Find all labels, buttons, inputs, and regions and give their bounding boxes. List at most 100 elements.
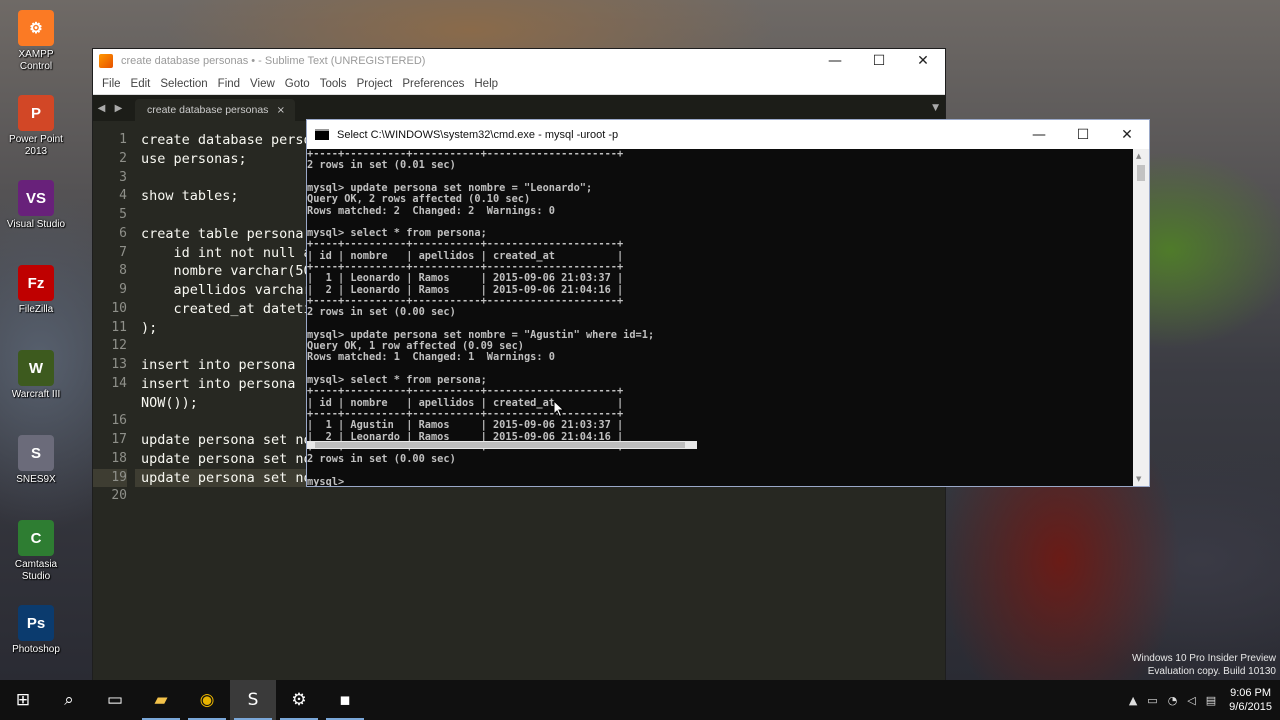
tab-navigation: ◀ ▶ bbox=[93, 103, 127, 114]
terminal-line: +----+----------+-----------+-----------… bbox=[307, 385, 624, 398]
notifications-icon[interactable]: ▤ bbox=[1201, 694, 1221, 707]
folder-icon: ▰ bbox=[154, 690, 168, 710]
volume-icon[interactable]: ◁ bbox=[1182, 694, 1200, 707]
xampp-button[interactable]: ⚙ bbox=[276, 680, 322, 720]
sublime-tabbar: ◀ ▶ create database personas × ▼ bbox=[93, 95, 945, 121]
network-icon[interactable]: ◔ bbox=[1163, 694, 1183, 707]
search-button[interactable]: ⌕ bbox=[46, 680, 92, 720]
tab-dropdown-icon[interactable]: ▼ bbox=[932, 103, 939, 113]
desktop-icon-label: Power Point 2013 bbox=[9, 134, 63, 157]
terminal-line: mysql> _ bbox=[307, 475, 357, 486]
clock-date: 9/6/2015 bbox=[1229, 701, 1272, 713]
start-button[interactable]: ⊞ bbox=[0, 680, 46, 720]
code-line[interactable]: show tables; bbox=[141, 187, 239, 206]
line-number: 2 bbox=[119, 150, 127, 166]
search-icon: ⌕ bbox=[64, 690, 74, 710]
menu-goto[interactable]: Goto bbox=[280, 78, 315, 90]
cmd-window[interactable]: Select C:\WINDOWS\system32\cmd.exe - mys… bbox=[306, 119, 1150, 487]
cmd-window-controls: — ☐ ✕ bbox=[1017, 120, 1149, 149]
battery-icon[interactable]: ▭ bbox=[1142, 694, 1162, 707]
menu-find[interactable]: Find bbox=[213, 78, 245, 90]
vertical-scrollbar[interactable]: ▲ ▼ bbox=[1133, 149, 1149, 486]
desktop-icon-visual-studio[interactable]: VS Visual Studio bbox=[0, 180, 72, 231]
snes9x-icon: S bbox=[18, 435, 54, 471]
watermark-line-1: Windows 10 Pro Insider Preview bbox=[1132, 653, 1276, 664]
code-line[interactable]: insert into persona bbox=[141, 375, 295, 394]
desktop-icon-camtasia[interactable]: C Camtasia Studio bbox=[0, 520, 72, 583]
menu-help[interactable]: Help bbox=[469, 78, 503, 90]
task-view-button[interactable]: ▭ bbox=[92, 680, 138, 720]
tab-close-icon[interactable]: × bbox=[277, 105, 285, 116]
terminal-line: | 1 | Leonardo | Ramos | 2015-09-06 21:0… bbox=[307, 272, 624, 285]
sublime-text-button[interactable]: S bbox=[230, 680, 276, 720]
powerpoint-icon: P bbox=[18, 95, 54, 131]
terminal-line: 2 rows in set (0.00 sec) bbox=[307, 453, 456, 466]
maximize-button[interactable]: ☐ bbox=[1061, 120, 1105, 149]
menu-file[interactable]: File bbox=[97, 78, 126, 90]
line-number: 13 bbox=[111, 357, 127, 372]
close-button[interactable]: ✕ bbox=[1105, 120, 1149, 149]
cmd-titlebar[interactable]: Select C:\WINDOWS\system32\cmd.exe - mys… bbox=[307, 120, 1149, 149]
menu-view[interactable]: View bbox=[245, 78, 280, 90]
cmd-button[interactable]: ▪ bbox=[322, 680, 368, 720]
windows-logo-icon: ⊞ bbox=[15, 690, 31, 710]
file-explorer-button[interactable]: ▰ bbox=[138, 680, 184, 720]
filezilla-icon: Fz bbox=[18, 265, 54, 301]
code-line[interactable]: create table persona( bbox=[141, 225, 312, 244]
sublime-text-icon bbox=[99, 54, 113, 68]
chrome-button[interactable]: ◉ bbox=[184, 680, 230, 720]
desktop-icon-label: Visual Studio bbox=[6, 219, 66, 230]
desktop-icon-filezilla[interactable]: Fz FileZilla bbox=[0, 265, 72, 316]
code-line[interactable]: insert into persona bbox=[141, 356, 295, 375]
minimize-button[interactable]: — bbox=[813, 49, 857, 73]
desktop-icon-powerpoint[interactable]: P Power Point 2013 bbox=[0, 95, 72, 158]
terminal-output[interactable]: +----+----------+-----------+-----------… bbox=[307, 149, 1133, 486]
line-number: 10 bbox=[111, 300, 127, 316]
menu-project[interactable]: Project bbox=[352, 78, 398, 90]
menu-selection[interactable]: Selection bbox=[155, 78, 212, 90]
code-line[interactable]: use personas; bbox=[141, 150, 247, 169]
code-line[interactable]: ); bbox=[141, 319, 157, 338]
line-number: 18 bbox=[111, 450, 127, 466]
sublime-menubar: File Edit Selection Find View Goto Tools Projec… bbox=[93, 73, 945, 95]
horizontal-scrollbar[interactable] bbox=[307, 441, 697, 449]
scrollbar-thumb[interactable] bbox=[1137, 165, 1145, 181]
watermark-line-2: Evaluation copy. Build 10130 bbox=[1147, 666, 1276, 677]
cmd-icon bbox=[315, 129, 329, 140]
menu-preferences[interactable]: Preferences bbox=[397, 78, 469, 90]
line-number: 5 bbox=[119, 207, 127, 222]
tab-next-icon[interactable]: ▶ bbox=[115, 103, 123, 114]
scroll-down-icon[interactable]: ▼ bbox=[1136, 475, 1141, 483]
desktop-icon-label: XAMPP Control bbox=[18, 49, 54, 72]
terminal-line: Rows matched: 2 Changed: 2 Warnings: 0 bbox=[307, 204, 555, 217]
desktop-icon-photoshop[interactable]: Ps Photoshop bbox=[0, 605, 72, 656]
clock[interactable]: 9:06 PM 9/6/2015 bbox=[1221, 686, 1280, 714]
scroll-up-icon[interactable]: ▲ bbox=[1136, 152, 1141, 160]
terminal-line: +----+----------+-----------+-----------… bbox=[307, 238, 624, 251]
warcraft-icon: W bbox=[18, 350, 54, 386]
desktop-icon-snes9x[interactable]: S SNES9X bbox=[0, 435, 72, 486]
sublime-window-controls: — ☐ ✕ bbox=[813, 49, 945, 73]
terminal-line: | 1 | Agustin | Ramos | 2015-09-06 21:03… bbox=[307, 419, 624, 432]
xampp-icon: ⚙ bbox=[291, 690, 307, 710]
desktop-icon-warcraft[interactable]: W Warcraft III bbox=[0, 350, 72, 401]
desktop-icon-xampp[interactable]: ⚙ XAMPP Control bbox=[0, 10, 72, 73]
menu-edit[interactable]: Edit bbox=[126, 78, 156, 90]
code-line[interactable]: nombre varchar(50), bbox=[141, 262, 328, 281]
tray-overflow-icon[interactable]: ▲ bbox=[1124, 694, 1142, 707]
clock-time: 9:06 PM bbox=[1230, 687, 1272, 699]
maximize-button[interactable]: ☐ bbox=[857, 49, 901, 73]
minimize-button[interactable]: — bbox=[1017, 120, 1061, 149]
close-button[interactable]: ✕ bbox=[901, 49, 945, 73]
tab-create-database[interactable]: create database personas × bbox=[135, 99, 295, 121]
desktop: ⚙ XAMPP Control P Power Point 2013 VS Visual … bbox=[0, 0, 1280, 680]
chrome-icon: ◉ bbox=[199, 690, 215, 710]
terminal-line: 2 rows in set (0.01 sec) bbox=[307, 159, 456, 172]
horizontal-scrollbar-thumb[interactable] bbox=[315, 442, 685, 448]
tab-prev-icon[interactable]: ◀ bbox=[98, 103, 106, 114]
code-line[interactable]: NOW()); bbox=[141, 394, 198, 413]
menu-tools[interactable]: Tools bbox=[315, 78, 352, 90]
cmd-window-title: Select C:\WINDOWS\system32\cmd.exe - mys… bbox=[337, 128, 619, 141]
line-number: 20 bbox=[111, 488, 127, 504]
sublime-titlebar[interactable]: create database personas • - Sublime Tex… bbox=[93, 49, 945, 73]
